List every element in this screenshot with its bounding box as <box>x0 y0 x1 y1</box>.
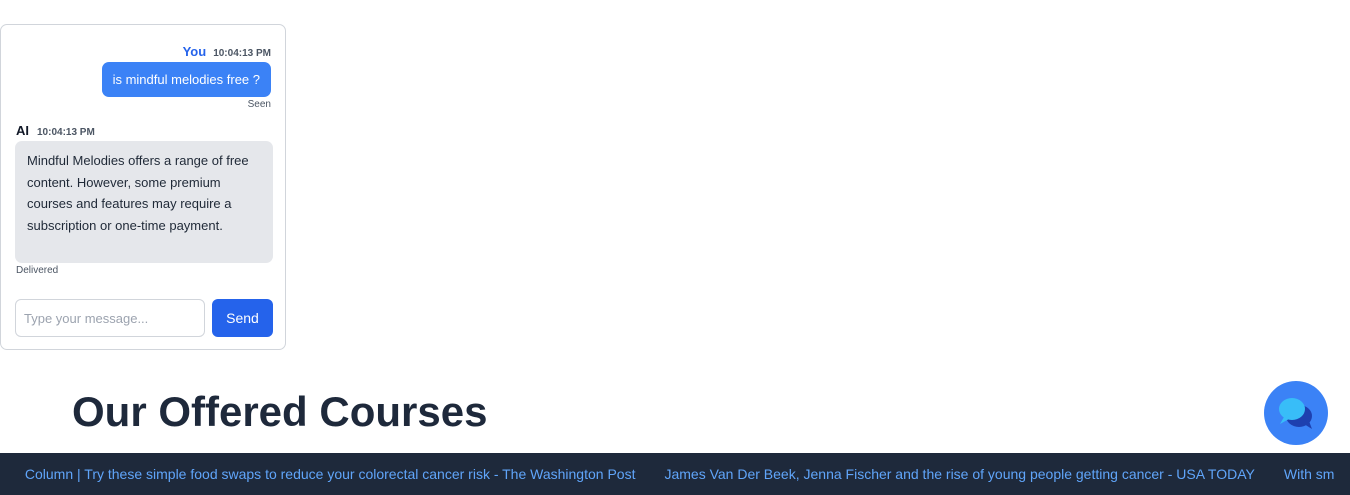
ai-message-time: 10:04:13 PM <box>37 127 95 138</box>
ai-message-header: AI 10:04:13 PM <box>16 123 95 138</box>
section-title: Our Offered Courses <box>72 388 488 435</box>
chat-launcher-button[interactable] <box>1264 381 1328 445</box>
user-message-bubble: is mindful melodies free ? <box>101 62 271 97</box>
delivered-status: Delivered <box>16 265 59 276</box>
ai-sender-name: AI <box>16 123 29 138</box>
ai-message-bubble: Mindful Melodies offers a range of free … <box>15 141 273 263</box>
ticker-item[interactable]: Column | Try these simple food swaps to … <box>25 466 636 482</box>
ticker-item[interactable]: James Van Der Beek, Jenna Fischer and th… <box>664 466 1254 482</box>
seen-status: Seen <box>247 99 271 110</box>
user-message-time: 10:04:13 PM <box>213 48 271 59</box>
user-message-header: You 10:04:13 PM <box>183 44 271 59</box>
chat-bubbles-icon <box>1279 398 1312 429</box>
chat-widget: You 10:04:13 PM is mindful melodies free… <box>0 24 286 350</box>
news-ticker: t Column | Try these simple food swaps t… <box>0 453 1350 495</box>
user-sender-name: You <box>182 44 207 59</box>
ticker-track: t Column | Try these simple food swaps t… <box>0 453 1350 495</box>
ticker-item[interactable]: With sm <box>1284 466 1335 482</box>
send-button[interactable]: Send <box>212 299 273 337</box>
message-input[interactable] <box>15 299 205 337</box>
